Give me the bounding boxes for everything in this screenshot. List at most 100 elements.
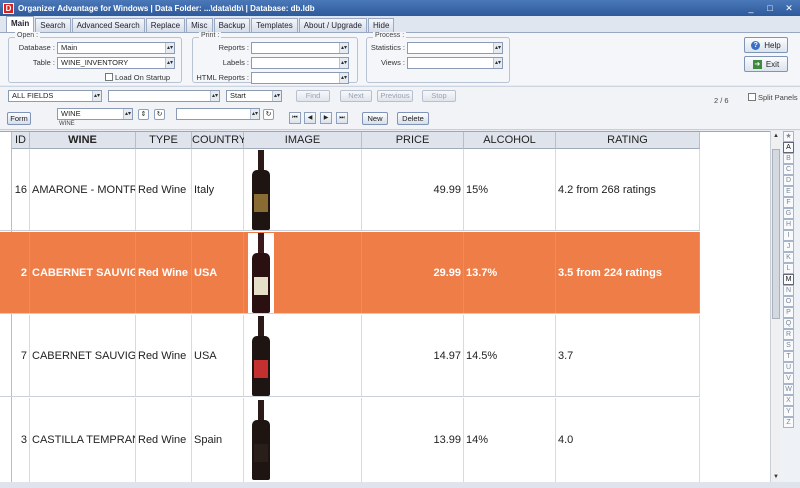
- tab-templates[interactable]: Templates: [251, 18, 298, 32]
- tab-main[interactable]: Main: [6, 16, 35, 32]
- sort-field-value: WINE: [61, 109, 81, 118]
- tab-backup[interactable]: Backup: [213, 18, 251, 32]
- letter-index-x[interactable]: X: [783, 395, 794, 406]
- letter-index-s[interactable]: S: [783, 340, 794, 351]
- tab-search[interactable]: Search: [35, 18, 71, 32]
- exit-label: Exit: [765, 59, 780, 69]
- letter-index-j[interactable]: J: [783, 241, 794, 252]
- labels-label: Labels :: [222, 58, 249, 67]
- column-header-id[interactable]: ID: [12, 132, 30, 149]
- letter-index-h[interactable]: H: [783, 219, 794, 230]
- letter-index-i[interactable]: I: [783, 230, 794, 241]
- search-field-select[interactable]: ALL FIELDS ▴▾: [8, 90, 102, 102]
- tab-about-upgrade[interactable]: About / Upgrade: [298, 18, 367, 32]
- reports-select[interactable]: ▴▾: [251, 42, 349, 54]
- first-record-button[interactable]: ⏮: [289, 112, 301, 124]
- column-header-alcohol[interactable]: ALCOHOL: [464, 132, 556, 149]
- split-panels-checkbox[interactable]: [748, 93, 756, 101]
- search-position-value: Start: [230, 91, 246, 100]
- column-header-country[interactable]: COUNTRY: [192, 132, 246, 149]
- table-row[interactable]: 7 CABERNET SAUVIGNON Red Wine USA 14.97 …: [0, 315, 700, 397]
- table-select[interactable]: WINE_INVENTORY ▴▾: [57, 57, 175, 69]
- tab-hide[interactable]: Hide: [367, 18, 395, 32]
- previous-record-button[interactable]: ◀: [304, 112, 316, 124]
- letter-index-m[interactable]: M: [783, 274, 794, 285]
- form-button[interactable]: Form: [7, 112, 31, 125]
- scrollbar-thumb[interactable]: [772, 149, 780, 319]
- letter-index-o[interactable]: O: [783, 296, 794, 307]
- html-reports-select[interactable]: ▴▾: [251, 72, 349, 84]
- letter-index-d[interactable]: D: [783, 175, 794, 186]
- next-button[interactable]: Next: [340, 90, 372, 102]
- labels-select[interactable]: ▴▾: [251, 57, 349, 69]
- minimize-button[interactable]: _: [743, 2, 759, 14]
- letter-index-y[interactable]: Y: [783, 406, 794, 417]
- maximize-button[interactable]: □: [762, 2, 778, 14]
- letter-index-n[interactable]: N: [783, 285, 794, 296]
- search-input[interactable]: ▴▾: [108, 90, 220, 102]
- delete-button[interactable]: Delete: [397, 112, 429, 125]
- letter-index-w[interactable]: W: [783, 384, 794, 395]
- cell-id: 3: [12, 398, 30, 482]
- next-record-button[interactable]: ▶: [320, 112, 332, 124]
- letter-index-z[interactable]: Z: [783, 417, 794, 428]
- letter-index-u[interactable]: U: [783, 362, 794, 373]
- app-icon: D: [3, 2, 14, 14]
- table-row-selected[interactable]: 2 CABERNET SAUVIGNON Red Wine USA 29.99 …: [0, 232, 700, 314]
- letter-index-a[interactable]: A: [783, 142, 794, 153]
- column-header-price[interactable]: PRICE: [362, 132, 464, 149]
- refresh-icon[interactable]: ↻: [154, 109, 165, 120]
- exit-button[interactable]: ➜ Exit: [744, 56, 788, 72]
- cell-type: Red Wine: [136, 232, 192, 313]
- open-group-title: Open :: [15, 32, 41, 39]
- process-group-title: Process :: [373, 32, 407, 39]
- last-record-button[interactable]: ⏭: [336, 112, 348, 124]
- letter-index-q[interactable]: Q: [783, 318, 794, 329]
- scroll-down-icon[interactable]: ▼: [771, 472, 781, 482]
- letter-index-p[interactable]: P: [783, 307, 794, 318]
- table-row[interactable]: 3 CASTILLA TEMPRANILLO Red Wine Spain 13…: [0, 398, 700, 482]
- views-select[interactable]: ▴▾: [407, 57, 503, 69]
- letter-index-l[interactable]: L: [783, 263, 794, 274]
- letter-index-c[interactable]: C: [783, 164, 794, 175]
- column-header-rating[interactable]: RATING: [556, 132, 700, 149]
- cell-alcohol: 13.7%: [464, 232, 556, 313]
- chevron-down-icon: ▴▾: [210, 91, 219, 101]
- sort-field-select[interactable]: WINE ▴▾: [57, 108, 133, 120]
- table-row[interactable]: 16 AMARONE - MONTRESOR Red Wine Italy 49…: [0, 149, 700, 231]
- help-button[interactable]: ? Help: [744, 37, 788, 53]
- tab-replace[interactable]: Replace: [145, 18, 186, 32]
- column-header-type[interactable]: TYPE: [136, 132, 192, 149]
- records-grid[interactable]: ID WINE TYPE COUNTRY IMAGE PRICE ALCOHOL…: [0, 131, 770, 482]
- letter-index-k[interactable]: K: [783, 252, 794, 263]
- chevron-down-icon: ▴▾: [272, 91, 281, 101]
- favorites-index-button[interactable]: ★: [783, 131, 794, 142]
- letter-index-f[interactable]: F: [783, 197, 794, 208]
- letter-index-r[interactable]: R: [783, 329, 794, 340]
- tab-misc[interactable]: Misc: [186, 18, 213, 32]
- vertical-scrollbar[interactable]: ▲ ▼: [770, 131, 780, 482]
- scroll-up-icon[interactable]: ▲: [771, 131, 781, 141]
- load-on-startup-label: Load On Startup: [115, 73, 171, 82]
- tab-advanced-search[interactable]: Advanced Search: [71, 18, 145, 32]
- letter-index-v[interactable]: V: [783, 373, 794, 384]
- database-select[interactable]: Main ▴▾: [57, 42, 175, 54]
- cell-rating: 3.5 from 224 ratings: [556, 232, 700, 313]
- column-header-image[interactable]: IMAGE: [244, 132, 362, 149]
- letter-index-e[interactable]: E: [783, 186, 794, 197]
- refresh-filter-icon[interactable]: ↻: [263, 109, 274, 120]
- sort-order-icon[interactable]: ⇕: [138, 109, 149, 120]
- load-on-startup-checkbox[interactable]: [105, 73, 113, 81]
- letter-index-b[interactable]: B: [783, 153, 794, 164]
- previous-button[interactable]: Previous: [377, 90, 413, 102]
- statistics-select[interactable]: ▴▾: [407, 42, 503, 54]
- column-header-wine[interactable]: WINE: [30, 132, 136, 149]
- search-position-select[interactable]: Start ▴▾: [226, 90, 282, 102]
- new-button[interactable]: New: [362, 112, 388, 125]
- stop-button[interactable]: Stop: [422, 90, 456, 102]
- letter-index-t[interactable]: T: [783, 351, 794, 362]
- find-button[interactable]: Find: [296, 90, 330, 102]
- filter-select[interactable]: ▴▾: [176, 108, 260, 120]
- close-button[interactable]: ✕: [781, 2, 797, 14]
- letter-index-g[interactable]: G: [783, 208, 794, 219]
